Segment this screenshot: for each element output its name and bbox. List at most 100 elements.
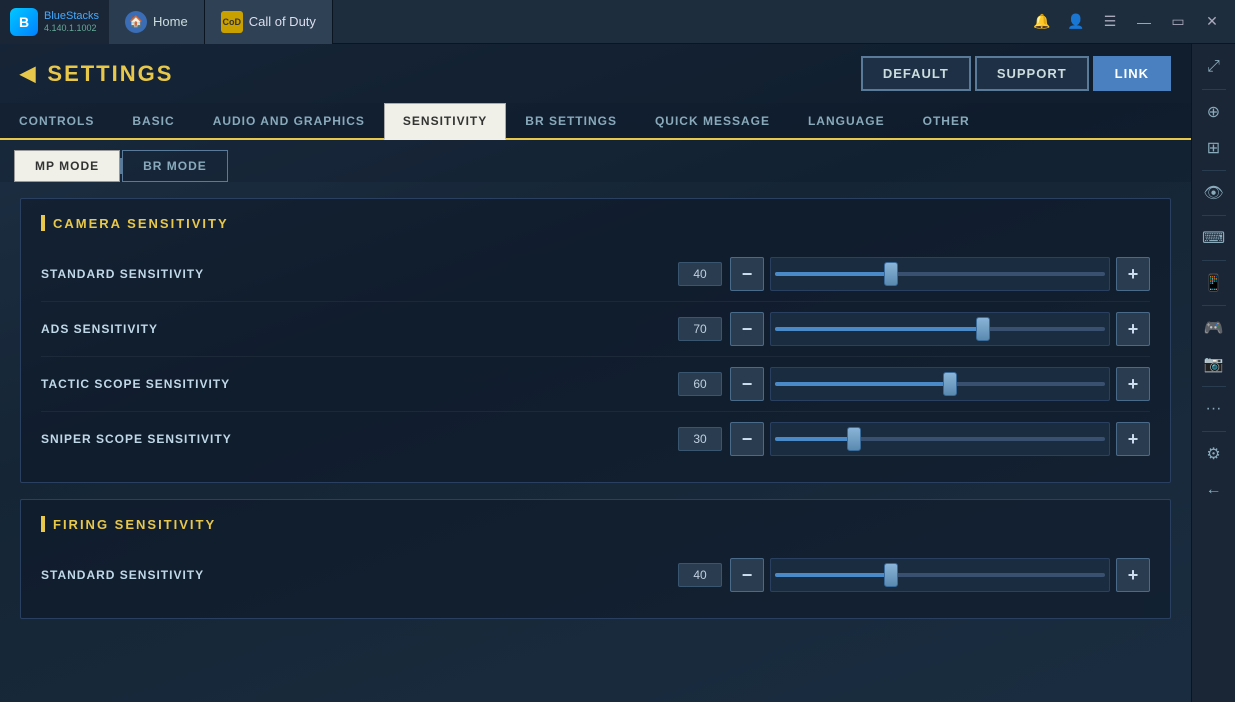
tab-br-settings[interactable]: BR SETTINGS <box>506 103 636 138</box>
toolbar-separator-1 <box>1202 89 1226 90</box>
bluestacks-logo[interactable]: B BlueStacks 4.140.1.1002 <box>0 0 109 44</box>
toolbar-separator-7 <box>1202 431 1226 432</box>
tactic-sens-label: TACTIC SCOPE SENSITIVITY <box>41 377 678 391</box>
ads-sensitivity-row: ADS SENSITIVITY 70 − + <box>41 302 1150 357</box>
tactic-slider-thumb[interactable] <box>943 372 957 396</box>
firing-sensitivity-title: FIRING SENSITIVITY <box>41 516 1150 532</box>
bluestacks-icon: B <box>10 8 38 36</box>
sniper-sens-value: 30 <box>678 427 722 451</box>
support-button[interactable]: SUPPORT <box>975 56 1089 91</box>
standard-sens-controls: − + <box>730 257 1150 291</box>
standard-slider-track <box>775 272 1105 276</box>
settings-icon[interactable]: ⚙ <box>1197 437 1231 471</box>
standard-sensitivity-row: STANDARD SENSITIVITY 40 − + <box>41 247 1150 302</box>
more-icon[interactable]: ··· <box>1197 392 1231 426</box>
gamepad-icon[interactable]: 🎮 <box>1197 311 1231 345</box>
title-bar: B BlueStacks 4.140.1.1002 🏠 Home CoD Cal… <box>0 0 1235 44</box>
camera-sensitivity-section: CAMERA SENSITIVITY STANDARD SENSITIVITY … <box>20 198 1171 483</box>
firing-standard-increase[interactable]: + <box>1116 558 1150 592</box>
firing-standard-row: STANDARD SENSITIVITY 40 − + <box>41 548 1150 602</box>
keyboard-icon[interactable]: ⌨ <box>1197 221 1231 255</box>
ads-sens-increase[interactable]: + <box>1116 312 1150 346</box>
settings-header-buttons: DEFAULT SUPPORT LINK <box>861 56 1171 91</box>
back-icon[interactable]: ← <box>1197 473 1231 507</box>
default-button[interactable]: DEFAULT <box>861 56 971 91</box>
standard-sens-decrease[interactable]: − <box>730 257 764 291</box>
tab-sensitivity[interactable]: SENSITIVITY <box>384 103 506 140</box>
cod-icon: CoD <box>221 11 243 33</box>
sniper-slider-fill <box>775 437 854 441</box>
tab-quick-message[interactable]: QUICK MESSAGE <box>636 103 789 138</box>
tactic-sens-value: 60 <box>678 372 722 396</box>
firing-standard-decrease[interactable]: − <box>730 558 764 592</box>
ads-sens-decrease[interactable]: − <box>730 312 764 346</box>
toolbar-separator-4 <box>1202 260 1226 261</box>
ads-sens-label: ADS SENSITIVITY <box>41 322 678 336</box>
tab-bar: CONTROLS BASIC AUDIO AND GRAPHICS SENSIT… <box>0 103 1191 140</box>
mode-mp[interactable]: MP MODE <box>14 150 120 182</box>
home-label: Home <box>153 14 188 29</box>
standard-slider-fill <box>775 272 891 276</box>
window-controls: 🔔 👤 ☰ — ▭ ✕ <box>1027 8 1235 36</box>
tab-other[interactable]: OTHER <box>904 103 989 138</box>
tab-cod[interactable]: CoD Call of Duty <box>205 0 333 44</box>
sniper-sens-increase[interactable]: + <box>1116 422 1150 456</box>
zoom-icon[interactable]: ⊕ <box>1197 95 1231 129</box>
mode-tabs: MP MODE BR MODE <box>0 140 1191 182</box>
tab-home[interactable]: 🏠 Home <box>109 0 205 44</box>
back-arrow-icon[interactable]: ◀ <box>20 61 37 86</box>
fit-icon[interactable]: ⊞ <box>1197 131 1231 165</box>
firing-standard-label: STANDARD SENSITIVITY <box>41 568 678 582</box>
toolbar-separator-5 <box>1202 305 1226 306</box>
ads-sens-slider[interactable] <box>770 312 1110 346</box>
firing-sensitivity-label: FIRING SENSITIVITY <box>53 517 216 532</box>
settings-title: ◀ SETTINGS <box>20 61 173 87</box>
firing-standard-thumb[interactable] <box>884 563 898 587</box>
mode-br[interactable]: BR MODE <box>122 150 228 182</box>
standard-sens-increase[interactable]: + <box>1116 257 1150 291</box>
notification-button[interactable]: 🔔 <box>1027 8 1057 36</box>
sniper-slider-thumb[interactable] <box>847 427 861 451</box>
firing-standard-controls: − + <box>730 558 1150 592</box>
close-button[interactable]: ✕ <box>1197 8 1227 36</box>
ads-slider-thumb[interactable] <box>976 317 990 341</box>
sniper-sens-decrease[interactable]: − <box>730 422 764 456</box>
tactic-sens-slider[interactable] <box>770 367 1110 401</box>
tactic-sens-increase[interactable]: + <box>1116 367 1150 401</box>
ads-sens-value: 70 <box>678 317 722 341</box>
settings-title-text: SETTINGS <box>47 61 173 87</box>
minimize-button[interactable]: — <box>1129 8 1159 36</box>
cod-label: Call of Duty <box>249 14 316 29</box>
account-button[interactable]: 👤 <box>1061 8 1091 36</box>
tactic-sensitivity-row: TACTIC SCOPE SENSITIVITY 60 − + <box>41 357 1150 412</box>
tab-basic[interactable]: BASIC <box>113 103 193 138</box>
firing-standard-slider[interactable] <box>770 558 1110 592</box>
maximize-button[interactable]: ▭ <box>1163 8 1193 36</box>
standard-sens-slider[interactable] <box>770 257 1110 291</box>
home-icon: 🏠 <box>125 11 147 33</box>
settings-content[interactable]: CAMERA SENSITIVITY STANDARD SENSITIVITY … <box>0 182 1191 702</box>
standard-sens-label: STANDARD SENSITIVITY <box>41 267 678 281</box>
firing-standard-track <box>775 573 1105 577</box>
menu-button[interactable]: ☰ <box>1095 8 1125 36</box>
firing-standard-fill <box>775 573 891 577</box>
camera-icon[interactable]: 📷 <box>1197 347 1231 381</box>
eye-icon[interactable]: 👁 <box>1197 176 1231 210</box>
camera-sensitivity-title: CAMERA SENSITIVITY <box>41 215 1150 231</box>
standard-slider-thumb[interactable] <box>884 262 898 286</box>
bluestacks-version: 4.140.1.1002 <box>44 23 99 33</box>
tab-language[interactable]: LANGUAGE <box>789 103 904 138</box>
expand-icon[interactable]: ⤢ <box>1197 50 1231 84</box>
tactic-slider-track <box>775 382 1105 386</box>
title-bar-accent <box>41 215 45 231</box>
phone-icon[interactable]: 📱 <box>1197 266 1231 300</box>
tactic-sens-decrease[interactable]: − <box>730 367 764 401</box>
ads-slider-fill <box>775 327 983 331</box>
standard-sens-value: 40 <box>678 262 722 286</box>
sniper-sens-slider[interactable] <box>770 422 1110 456</box>
right-toolbar: ⤢ ⊕ ⊞ 👁 ⌨ 📱 🎮 📷 ··· ⚙ ← <box>1191 44 1235 702</box>
link-button[interactable]: LINK <box>1093 56 1171 91</box>
tab-audio-graphics[interactable]: AUDIO AND GRAPHICS <box>194 103 384 138</box>
tab-controls[interactable]: CONTROLS <box>0 103 113 138</box>
tactic-sens-controls: − + <box>730 367 1150 401</box>
